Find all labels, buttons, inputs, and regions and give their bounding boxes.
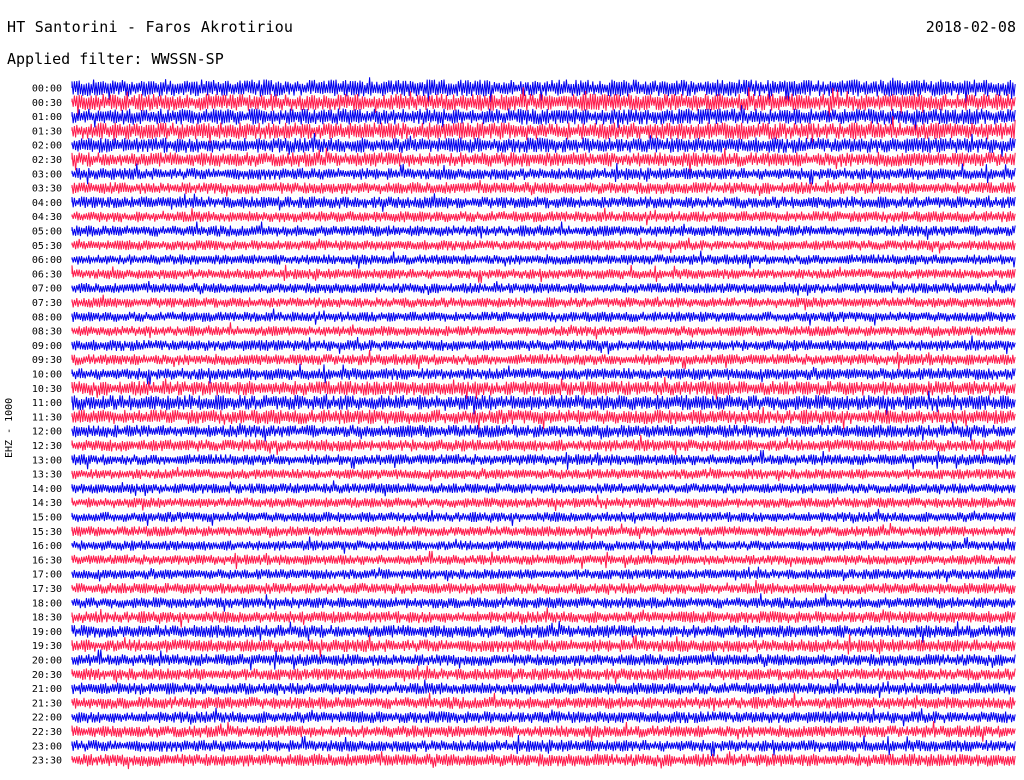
seismic-trace xyxy=(71,735,1016,757)
seismic-trace xyxy=(71,536,1016,555)
seismic-trace xyxy=(71,294,1016,311)
time-label: 11:00 xyxy=(32,398,62,409)
helicorder-plot: 00:00 00:30 01:00 01:30 02:00 02:30 03:00 03:30… xyxy=(32,77,1016,770)
seismic-trace xyxy=(71,221,1016,240)
time-label: 13:30 xyxy=(32,470,62,481)
time-label: 10:00 xyxy=(32,370,62,381)
seismic-trace xyxy=(71,163,1016,185)
time-label: 17:00 xyxy=(32,570,62,581)
time-label: 01:30 xyxy=(32,126,62,137)
time-label: 19:00 xyxy=(32,627,62,638)
seismic-trace xyxy=(71,649,1016,671)
time-label: 06:30 xyxy=(32,269,62,280)
time-label: 08:30 xyxy=(32,327,62,338)
time-label: 23:30 xyxy=(32,756,62,767)
time-label: 03:00 xyxy=(32,169,62,180)
seismic-trace xyxy=(71,508,1016,526)
seismic-trace xyxy=(71,132,1016,157)
time-label: 04:30 xyxy=(32,212,62,223)
time-label: 09:30 xyxy=(32,355,62,366)
time-label: 16:30 xyxy=(32,555,62,566)
seismic-trace xyxy=(71,480,1016,497)
seismic-trace xyxy=(71,523,1016,539)
seismic-trace xyxy=(71,721,1016,743)
time-label: 11:30 xyxy=(32,412,62,423)
time-label: 09:00 xyxy=(32,341,62,352)
seismic-trace xyxy=(71,634,1016,657)
seismic-trace xyxy=(71,193,1016,212)
seismic-trace xyxy=(71,593,1016,612)
seismic-trace xyxy=(71,751,1016,770)
time-label: 00:30 xyxy=(32,98,62,109)
time-label: 07:00 xyxy=(32,284,62,295)
seismic-trace xyxy=(71,363,1016,385)
time-label: 08:00 xyxy=(32,312,62,323)
time-label: 22:00 xyxy=(32,713,62,724)
seismic-trace xyxy=(71,466,1016,482)
time-label: 20:00 xyxy=(32,656,62,667)
time-label: 21:30 xyxy=(32,698,62,709)
seismic-trace xyxy=(71,250,1016,269)
time-label: 05:30 xyxy=(32,241,62,252)
time-label: 06:00 xyxy=(32,255,62,266)
seismic-trace xyxy=(71,621,1016,643)
seismic-trace xyxy=(71,322,1016,340)
seismic-trace xyxy=(71,679,1016,698)
seismic-trace xyxy=(71,692,1016,712)
time-label: 12:00 xyxy=(32,427,62,438)
seismic-trace xyxy=(71,376,1016,400)
seismic-trace xyxy=(71,434,1016,456)
time-label: 02:00 xyxy=(32,141,62,152)
seismic-trace xyxy=(71,349,1016,370)
seismic-trace xyxy=(71,207,1016,226)
seismic-trace xyxy=(71,335,1016,355)
time-label: 00:00 xyxy=(32,84,62,95)
seismic-trace xyxy=(71,607,1016,628)
time-label: 21:00 xyxy=(32,684,62,695)
time-label: 17:30 xyxy=(32,584,62,595)
time-label: 19:30 xyxy=(32,641,62,652)
seismic-trace xyxy=(71,237,1016,254)
seismic-trace xyxy=(71,550,1016,570)
time-label: 05:00 xyxy=(32,227,62,238)
time-label: 13:00 xyxy=(32,455,62,466)
seismic-trace xyxy=(71,579,1016,595)
seismic-trace xyxy=(71,707,1016,727)
time-label: 03:30 xyxy=(32,184,62,195)
time-label: 20:30 xyxy=(32,670,62,681)
time-label: 01:00 xyxy=(32,112,62,123)
time-label: 23:00 xyxy=(32,741,62,752)
seismic-trace xyxy=(71,494,1016,511)
time-label: 14:30 xyxy=(32,498,62,509)
time-label: 10:30 xyxy=(32,384,62,395)
seismic-trace xyxy=(71,566,1016,583)
time-label: 18:00 xyxy=(32,598,62,609)
time-label: 14:00 xyxy=(32,484,62,495)
seismic-trace xyxy=(71,665,1016,684)
time-label: 02:30 xyxy=(32,155,62,166)
seismic-trace xyxy=(71,264,1016,283)
seismic-trace xyxy=(71,449,1016,470)
time-label: 16:00 xyxy=(32,541,62,552)
seismic-trace xyxy=(71,308,1016,326)
seismic-trace xyxy=(71,179,1016,197)
time-label: 18:30 xyxy=(32,613,62,624)
time-label: 04:00 xyxy=(32,198,62,209)
seismic-trace xyxy=(71,280,1016,296)
time-label: 12:30 xyxy=(32,441,62,452)
time-label: 07:30 xyxy=(32,298,62,309)
time-label: 15:30 xyxy=(32,527,62,538)
time-label: 22:30 xyxy=(32,727,62,738)
time-label: 15:00 xyxy=(32,513,62,524)
